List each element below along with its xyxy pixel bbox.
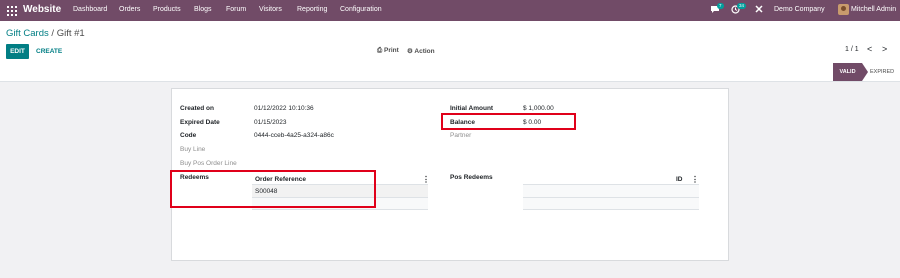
menu-orders[interactable]: Orders [119, 6, 140, 13]
created-on-value: 01/12/2022 10:10:36 [254, 105, 314, 112]
breadcrumb: Gift Cards / Gift #1 [6, 28, 85, 39]
expired-date-label: Expired Date [180, 119, 220, 126]
company-switcher[interactable]: Demo Company [774, 6, 825, 13]
print-label: Print [384, 47, 399, 54]
print-icon: ⎙ [377, 47, 383, 54]
initial-amount-label: Initial Amount [450, 105, 494, 112]
buy-pos-order-line-label: Buy Pos Order Line [180, 160, 237, 167]
kebab-menu-icon[interactable]: ⋮ [691, 175, 699, 184]
pager-next-icon[interactable]: > [882, 44, 887, 54]
control-panel: Gift Cards / Gift #1 EDIT CREATE ⎙ Print… [0, 21, 900, 82]
id-header[interactable]: ID [676, 176, 683, 183]
highlight-box-redeems [170, 170, 376, 208]
create-button[interactable]: CREATE [36, 48, 62, 55]
menu-blogs[interactable]: Blogs [194, 6, 212, 13]
initial-amount-value: $ 1,000.00 [523, 105, 554, 112]
buy-line-label: Buy Line [180, 146, 206, 153]
top-navbar: Website Dashboard Orders Products Blogs … [0, 0, 900, 21]
edit-button[interactable]: EDIT [6, 44, 29, 59]
row-divider [252, 209, 428, 210]
avatar[interactable] [838, 4, 849, 15]
gear-icon: ⚙ [407, 48, 413, 55]
breadcrumb-separator: / [51, 28, 55, 39]
print-button[interactable]: ⎙ Print [377, 47, 399, 55]
tools-icon[interactable] [755, 5, 763, 15]
pager-value[interactable]: 1 / 1 [845, 46, 859, 53]
status-valid[interactable]: VALID [833, 63, 868, 81]
app-title[interactable]: Website [23, 4, 61, 15]
table-row-empty [523, 198, 699, 209]
menu-forum[interactable]: Forum [226, 6, 246, 13]
highlight-box-balance [441, 113, 576, 130]
kebab-menu-icon[interactable]: ⋮ [422, 175, 430, 184]
activities-badge: 34 [737, 3, 747, 9]
status-expired[interactable]: EXPIRED [870, 63, 894, 81]
action-button[interactable]: ⚙ Action [407, 47, 435, 55]
menu-configuration[interactable]: Configuration [340, 6, 382, 13]
menu-reporting[interactable]: Reporting [297, 6, 327, 13]
messages-badge: 7 [717, 3, 724, 9]
menu-visitors[interactable]: Visitors [259, 6, 282, 13]
action-label: Action [414, 48, 435, 55]
pager-prev-icon[interactable]: < [867, 44, 872, 54]
breadcrumb-current: Gift #1 [56, 28, 85, 39]
pos-redeems-label: Pos Redeems [450, 174, 493, 181]
menu-products[interactable]: Products [153, 6, 181, 13]
menu-dashboard[interactable]: Dashboard [73, 6, 107, 13]
row-divider [523, 209, 699, 210]
code-value: 0444-cceb-4a25-a324-a86c [254, 132, 334, 139]
expired-date-value: 01/15/2023 [254, 119, 287, 126]
created-on-label: Created on [180, 105, 214, 112]
code-label: Code [180, 132, 197, 139]
table-row-empty [523, 185, 699, 197]
apps-grid-icon[interactable] [7, 6, 17, 16]
statusbar: VALID EXPIRED [0, 63, 900, 81]
user-menu[interactable]: Mitchell Admin [851, 6, 896, 13]
breadcrumb-parent[interactable]: Gift Cards [6, 28, 49, 39]
partner-label: Partner [450, 132, 472, 139]
